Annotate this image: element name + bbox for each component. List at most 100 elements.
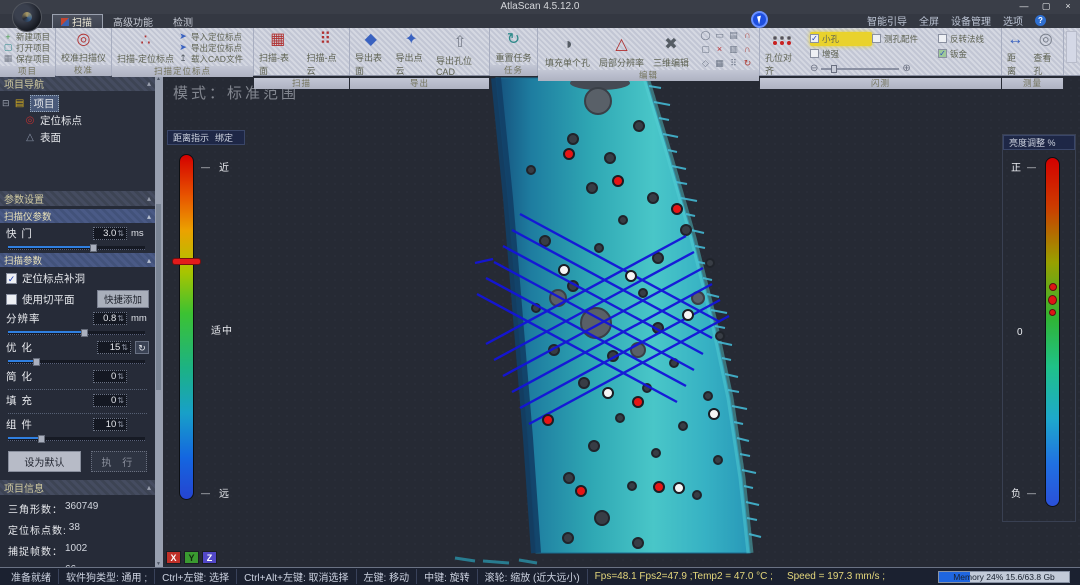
- shutter-slider[interactable]: [8, 246, 145, 250]
- spinner-icon[interactable]: ⇅: [117, 372, 124, 381]
- scrollbar-thumb[interactable]: [156, 204, 161, 391]
- axis-z-button[interactable]: Z: [202, 551, 217, 564]
- fill-input[interactable]: 0 ⇅: [93, 394, 127, 407]
- save-project-button[interactable]: ▦ 保存项目: [3, 53, 50, 64]
- collapse-icon[interactable]: ▴: [147, 256, 151, 265]
- spinner-icon[interactable]: ⇅: [121, 343, 128, 352]
- target-fill-checkbox[interactable]: ✓ 定位标点补洞: [0, 267, 155, 286]
- mesh-region-icon[interactable]: ▥: [727, 43, 740, 56]
- load-cad-button[interactable]: ↥ 载入CAD文件: [178, 53, 243, 64]
- sidebar-scrollbar[interactable]: ▲ ▼: [155, 76, 162, 567]
- square-select-icon[interactable]: ▢: [699, 43, 712, 56]
- import-targets-button[interactable]: ➤ 导入定位标点: [178, 31, 243, 42]
- slider-plus-icon[interactable]: ⊕: [902, 63, 910, 74]
- flip-normal-checkbox[interactable]: 反转法线: [938, 32, 998, 46]
- scan-params-section[interactable]: 扫描参数 ▴: [0, 253, 155, 267]
- info-header[interactable]: 项目信息 ▴: [0, 480, 155, 495]
- tree-item-targets[interactable]: ◎ 定位标点: [2, 112, 153, 129]
- points-icon[interactable]: ⠿: [727, 57, 740, 70]
- device-manager-button[interactable]: 设备管理: [951, 13, 991, 28]
- refresh-button[interactable]: ↻: [135, 341, 149, 354]
- export-holes-cad-button[interactable]: ⇧ 导出孔位CAD: [434, 29, 486, 78]
- axis-x-button[interactable]: X: [166, 551, 181, 564]
- export-surface-button[interactable]: ◆ 导出表面: [353, 29, 388, 78]
- shutter-input[interactable]: 3.0 ⇅: [93, 227, 127, 240]
- scan-surface-button[interactable]: ▦ 扫描-表面: [257, 29, 299, 78]
- small-hole-slider[interactable]: ⊖ ⊕: [810, 62, 938, 76]
- optimize-input[interactable]: 15 ⇅: [97, 341, 131, 354]
- collapse-icon[interactable]: ▴: [147, 194, 151, 203]
- spinner-icon[interactable]: ⇅: [117, 229, 124, 238]
- delete-selection-icon[interactable]: ×: [713, 43, 726, 56]
- options-button[interactable]: 选项: [1003, 13, 1023, 28]
- distance-color-bar[interactable]: [179, 154, 194, 500]
- fill-region-icon[interactable]: ▤: [727, 29, 740, 42]
- component-slider[interactable]: [8, 437, 145, 441]
- axis-y-button[interactable]: Y: [184, 551, 199, 564]
- polygon-select-icon[interactable]: ◇: [699, 57, 712, 70]
- spinner-icon[interactable]: ⇅: [117, 314, 124, 323]
- tab-advanced[interactable]: 高级功能: [105, 14, 163, 28]
- calibrate-icon: ◎: [77, 30, 91, 50]
- hole-accessory-checkbox[interactable]: 测孔配件: [872, 32, 938, 46]
- circle-select-icon[interactable]: ◯: [699, 29, 712, 42]
- rect-select-icon[interactable]: ▭: [713, 29, 726, 42]
- calibrate-scanner-button[interactable]: ◎ 校准扫描仪: [59, 29, 108, 65]
- params-header[interactable]: 参数设置 ▴: [0, 191, 155, 206]
- bridge2-icon[interactable]: ∩: [741, 43, 754, 56]
- scan-targets-button[interactable]: ∴ 扫描-定位标点: [115, 29, 176, 66]
- distance-marker[interactable]: [172, 258, 201, 265]
- resolution-input[interactable]: 0.8 ⇅: [93, 312, 127, 325]
- new-project-button[interactable]: + 新建项目: [3, 31, 50, 42]
- minimize-button[interactable]: —: [1014, 0, 1034, 13]
- optimize-slider[interactable]: [8, 360, 145, 364]
- execute-button[interactable]: 执 行: [91, 451, 147, 472]
- nav-header[interactable]: 项目导航 ▴: [0, 76, 155, 91]
- spinner-icon[interactable]: ⇅: [117, 396, 124, 405]
- viewport-3d[interactable]: 模式：标准范围: [163, 76, 1080, 567]
- grid-icon[interactable]: ▦: [713, 57, 726, 70]
- tree-item-surface[interactable]: △ 表面: [2, 129, 153, 146]
- small-hole-checkbox[interactable]: ✓ 小孔: [810, 32, 872, 46]
- reset-task-button[interactable]: ↻ 重置任务: [493, 29, 533, 65]
- open-project-button[interactable]: ▢ 打开项目: [3, 42, 50, 53]
- export-pointcloud-button[interactable]: ✦ 导出点云: [393, 29, 428, 78]
- pin-toggle[interactable]: 绑定: [215, 131, 233, 144]
- collapse-icon[interactable]: ▴: [147, 79, 151, 88]
- tab-scan[interactable]: 扫描: [52, 14, 103, 28]
- maximize-button[interactable]: ▢: [1036, 0, 1056, 13]
- set-default-button[interactable]: 设为默认: [8, 451, 81, 472]
- spinner-icon[interactable]: ⇅: [117, 420, 124, 429]
- export-targets-button[interactable]: ➤ 导出定位标点: [178, 42, 243, 53]
- resolution-slider[interactable]: [8, 331, 145, 335]
- quick-add-button[interactable]: 快捷添加: [97, 290, 149, 308]
- tab-inspect[interactable]: 检测: [165, 14, 203, 28]
- brightness-color-bar[interactable]: [1045, 157, 1060, 507]
- collapse-icon[interactable]: ▴: [147, 212, 151, 221]
- hole-align-button[interactable]: 孔位对齐: [763, 29, 802, 78]
- slider-minus-icon[interactable]: ⊖: [810, 63, 818, 74]
- scanner-params-section[interactable]: 扫描仪参数 ▴: [0, 209, 155, 223]
- checkbox-icon: ✓: [6, 273, 17, 284]
- help-icon[interactable]: ?: [1035, 15, 1046, 26]
- sheet-metal-checkbox[interactable]: ✓ 钣金: [938, 47, 998, 61]
- smart-guide-button[interactable]: 智能引导: [867, 13, 907, 28]
- view-hole-button[interactable]: ◎ 查看孔: [1031, 29, 1060, 78]
- info-row-triangles: 三角形数：360749: [0, 495, 155, 516]
- close-button[interactable]: ×: [1058, 0, 1078, 13]
- fill-single-hole-button[interactable]: ◑ 填充单个孔: [543, 29, 592, 70]
- cut-plane-checkbox[interactable]: 使用切平面 快捷添加: [0, 286, 155, 308]
- tree-expander-icon[interactable]: ⊟: [2, 98, 10, 109]
- undo-icon[interactable]: ↻: [741, 57, 754, 70]
- simplify-input[interactable]: 0 ⇅: [93, 370, 127, 383]
- enhance-checkbox[interactable]: 增强: [810, 47, 872, 61]
- scan-pointcloud-button[interactable]: ⠿ 扫描-点云: [305, 29, 347, 78]
- component-input[interactable]: 10 ⇅: [93, 418, 127, 431]
- fullscreen-button[interactable]: 全屏: [919, 13, 939, 28]
- bridge-icon[interactable]: ∩: [741, 29, 754, 42]
- distance-button[interactable]: ↔ 距离: [1005, 29, 1025, 78]
- collapse-icon[interactable]: ▴: [147, 483, 151, 492]
- edit-3d-button[interactable]: ✖ 三维编辑: [651, 29, 691, 70]
- local-resolution-button[interactable]: △ 局部分辨率: [597, 29, 646, 70]
- tree-item-project[interactable]: ⊟ ▤ 项目: [2, 95, 153, 112]
